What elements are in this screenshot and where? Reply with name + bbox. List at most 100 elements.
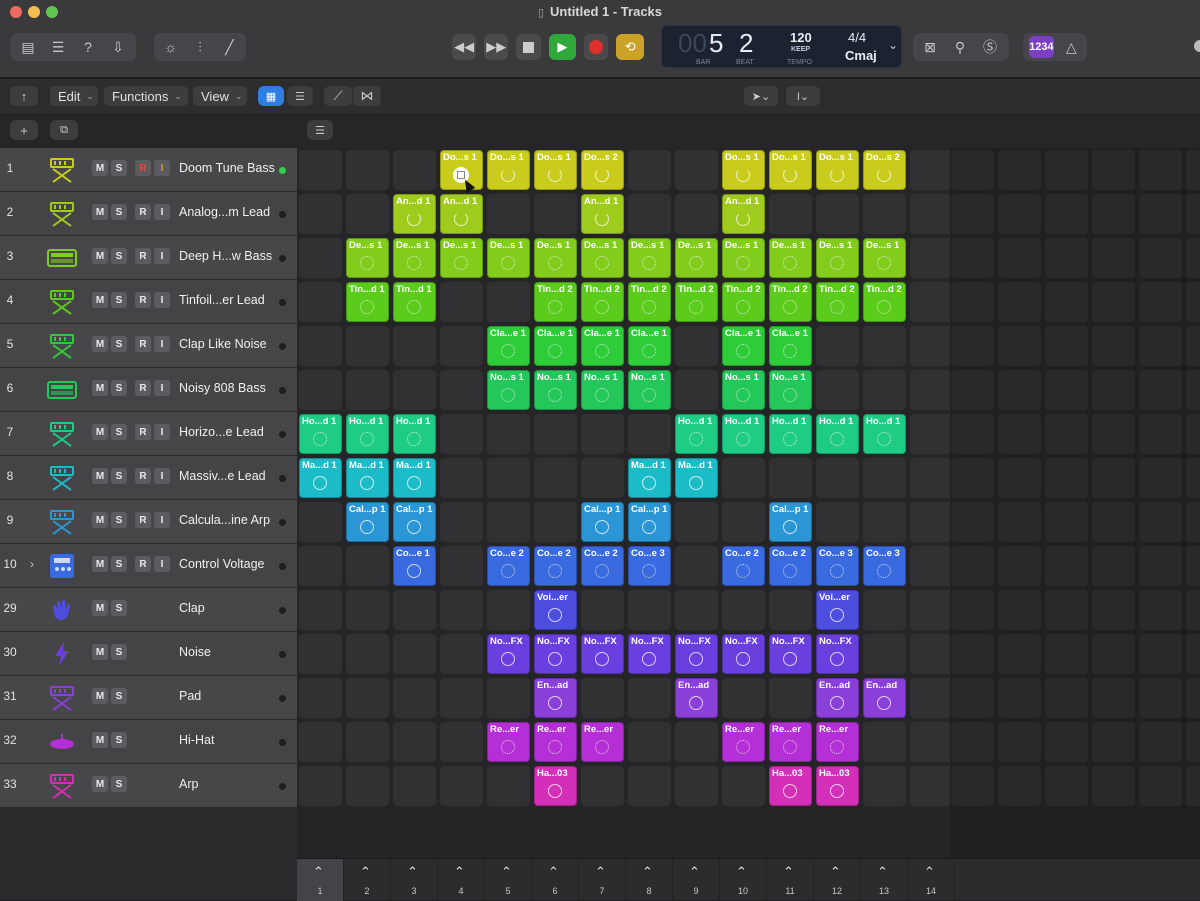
cell-clip[interactable]: Tin...d 2 <box>675 282 718 322</box>
empty-cell[interactable] <box>393 722 436 762</box>
cell-clip[interactable]: Do...s 2 <box>863 150 906 190</box>
empty-cell[interactable] <box>675 546 718 586</box>
cell-clip[interactable]: Ho...d 1 <box>722 414 765 454</box>
cell-clip[interactable]: Co...e 3 <box>863 546 906 586</box>
empty-cell[interactable] <box>1139 282 1182 322</box>
solo-button[interactable]: S <box>111 512 127 528</box>
empty-cell[interactable] <box>998 370 1041 410</box>
empty-cell[interactable] <box>1186 414 1200 454</box>
empty-cell[interactable] <box>910 590 953 630</box>
empty-cell[interactable] <box>1045 458 1088 498</box>
cell-clip[interactable]: Tin...d 2 <box>628 282 671 322</box>
empty-cell[interactable] <box>581 766 624 806</box>
disclosure-triangle-icon[interactable]: › <box>30 557 34 571</box>
cell-clip[interactable]: Co...e 2 <box>769 546 812 586</box>
cell-clip[interactable]: Cla...e 1 <box>628 326 671 366</box>
empty-cell[interactable] <box>1186 590 1200 630</box>
solo-icon[interactable]: Ⓢ <box>979 37 1001 57</box>
cell-clip[interactable]: Co...e 2 <box>722 546 765 586</box>
empty-cell[interactable] <box>440 634 483 674</box>
empty-cell[interactable] <box>440 458 483 498</box>
empty-cell[interactable] <box>346 370 389 410</box>
empty-cell[interactable] <box>393 678 436 718</box>
empty-cell[interactable] <box>1139 326 1182 366</box>
input-monitor-button[interactable]: I <box>154 336 170 352</box>
empty-cell[interactable] <box>1045 150 1088 190</box>
cell-clip[interactable]: Co...e 2 <box>534 546 577 586</box>
mute-button[interactable]: M <box>92 644 108 660</box>
empty-cell[interactable] <box>951 370 994 410</box>
empty-cell[interactable] <box>863 194 906 234</box>
empty-cell[interactable] <box>440 590 483 630</box>
empty-cell[interactable] <box>299 194 342 234</box>
empty-cell[interactable] <box>299 678 342 718</box>
empty-cell[interactable] <box>863 458 906 498</box>
lcd-display[interactable]: 00 5 2 BAR BEAT 120 KEEP TEMPO 4/4 Cmaj … <box>661 25 902 68</box>
empty-cell[interactable] <box>816 194 859 234</box>
toolbar-icon[interactable]: ⇩ <box>107 37 129 57</box>
empty-cell[interactable] <box>816 370 859 410</box>
window-edge-control[interactable] <box>1194 40 1200 52</box>
empty-cell[interactable] <box>675 502 718 542</box>
empty-cell[interactable] <box>346 590 389 630</box>
cell-clip[interactable]: De...s 1 <box>487 238 530 278</box>
cell-clip[interactable]: Ma...d 1 <box>393 458 436 498</box>
empty-cell[interactable] <box>1139 458 1182 498</box>
cell-clip[interactable]: Tin...d 2 <box>581 282 624 322</box>
cell-clip[interactable]: Co...e 3 <box>816 546 859 586</box>
cell-clip[interactable]: En...ad <box>534 678 577 718</box>
empty-cell[interactable] <box>1139 194 1182 234</box>
solo-button[interactable]: S <box>111 732 127 748</box>
empty-cell[interactable] <box>299 326 342 366</box>
fast-forward-button[interactable]: ▶▶ <box>484 34 509 60</box>
stop-button[interactable] <box>516 34 541 60</box>
empty-cell[interactable] <box>1186 194 1200 234</box>
empty-cell[interactable] <box>998 326 1041 366</box>
empty-cell[interactable] <box>998 766 1041 806</box>
empty-cell[interactable] <box>1045 326 1088 366</box>
empty-cell[interactable] <box>998 546 1041 586</box>
empty-cell[interactable] <box>393 766 436 806</box>
empty-cell[interactable] <box>910 326 953 366</box>
empty-cell[interactable] <box>1092 282 1135 322</box>
metronome-icon[interactable]: △ <box>1062 37 1081 57</box>
empty-cell[interactable] <box>487 766 530 806</box>
mute-button[interactable]: M <box>92 776 108 792</box>
empty-cell[interactable] <box>1139 546 1182 586</box>
cell-clip[interactable]: Re...er <box>816 722 859 762</box>
scene-trigger[interactable]: ⌃ 3 <box>391 859 438 901</box>
track-header[interactable]: 4 M S R I Tinfoil...er Lead <box>0 280 297 324</box>
cell-clip[interactable]: De...s 1 <box>534 238 577 278</box>
empty-cell[interactable] <box>1092 502 1135 542</box>
functions-menu[interactable]: Functions ⌄ <box>104 86 188 106</box>
empty-cell[interactable] <box>675 766 718 806</box>
empty-cell[interactable] <box>1092 766 1135 806</box>
empty-cell[interactable] <box>1139 678 1182 718</box>
empty-cell[interactable] <box>951 150 994 190</box>
empty-cell[interactable] <box>769 458 812 498</box>
cell-clip[interactable]: No...FX <box>675 634 718 674</box>
cell-clip[interactable]: Co...e 2 <box>581 546 624 586</box>
empty-cell[interactable] <box>1045 590 1088 630</box>
empty-cell[interactable] <box>951 458 994 498</box>
input-monitor-button[interactable]: I <box>154 160 170 176</box>
solo-button[interactable]: S <box>111 204 127 220</box>
empty-cell[interactable] <box>863 634 906 674</box>
empty-cell[interactable] <box>346 634 389 674</box>
cell-clip[interactable]: Tin...d 1 <box>346 282 389 322</box>
cell-clip[interactable]: En...ad <box>675 678 718 718</box>
mute-button[interactable]: M <box>92 688 108 704</box>
empty-cell[interactable] <box>675 326 718 366</box>
cell-clip[interactable]: De...s 1 <box>581 238 624 278</box>
empty-cell[interactable] <box>910 722 953 762</box>
pencil-icon[interactable]: ╱ <box>219 37 240 57</box>
empty-cell[interactable] <box>1092 370 1135 410</box>
empty-cell[interactable] <box>628 722 671 762</box>
solo-button[interactable]: S <box>111 336 127 352</box>
empty-cell[interactable] <box>1186 722 1200 762</box>
cell-clip[interactable]: Ma...d 1 <box>346 458 389 498</box>
cell-clip[interactable]: No...FX <box>816 634 859 674</box>
cell-clip[interactable]: Do...s 1 <box>487 150 530 190</box>
input-monitor-button[interactable]: I <box>154 248 170 264</box>
empty-cell[interactable] <box>393 634 436 674</box>
